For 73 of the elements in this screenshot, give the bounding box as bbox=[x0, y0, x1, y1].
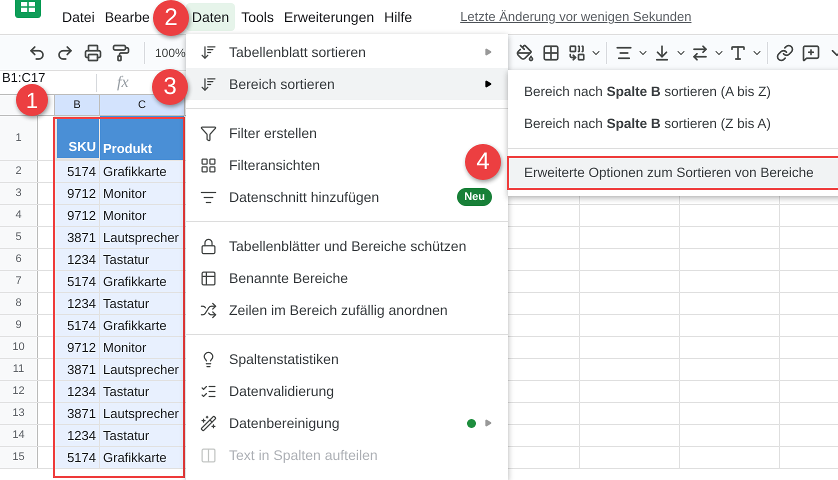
menu-item[interactable]: Zeilen im Bereich zufällig anordnen bbox=[186, 294, 464, 326]
table-cell: Grafikkarte bbox=[100, 161, 185, 182]
row-number[interactable]: 2 bbox=[0, 161, 38, 182]
table-cell: 5174 bbox=[55, 447, 100, 468]
table-cell: 1234 bbox=[55, 293, 100, 314]
row-number[interactable]: 9 bbox=[0, 315, 38, 336]
menu-item[interactable]: Datenbereinigung bbox=[186, 407, 508, 439]
menu-item[interactable]: Bereich sortieren bbox=[186, 68, 508, 100]
table-cell: Grafikkarte bbox=[100, 447, 185, 468]
name-box[interactable]: B1:C17 bbox=[2, 71, 46, 85]
table-cell: Grafikkarte bbox=[100, 315, 185, 336]
table-cell: Lautsprecher bbox=[100, 359, 185, 380]
menu-item[interactable]: Benannte Bereiche bbox=[186, 262, 364, 294]
table-cell: Tastatur bbox=[100, 249, 185, 270]
table-cell: 5174 bbox=[55, 315, 100, 336]
table-cell: Grafikkarte bbox=[100, 271, 185, 292]
row-number[interactable]: 7 bbox=[0, 271, 38, 292]
menu-item[interactable]: Bearbe bbox=[100, 3, 154, 31]
table-cell: 9712 bbox=[55, 205, 100, 226]
table-cell: Tastatur bbox=[100, 293, 185, 314]
menu-item[interactable]: Datei bbox=[58, 3, 99, 31]
table-cell: Tastatur bbox=[100, 381, 185, 402]
menu-item[interactable]: Bereich nach Spalte B sortieren (Z bis A) bbox=[508, 108, 838, 140]
table-cell: 1234 bbox=[55, 425, 100, 446]
row-number[interactable]: 12 bbox=[0, 381, 38, 402]
table-cell: 1234 bbox=[55, 249, 100, 270]
row-number[interactable]: 10 bbox=[0, 337, 38, 358]
menu-item[interactable]: Tools bbox=[237, 3, 278, 31]
row-number[interactable]: 3 bbox=[0, 183, 38, 204]
step-badge: 1 bbox=[16, 84, 48, 116]
table-cell: 9712 bbox=[55, 337, 100, 358]
row-number[interactable]: 5 bbox=[0, 227, 38, 248]
menu-item[interactable]: Datenschnitt hinzufügen Neu bbox=[186, 181, 508, 213]
menu-item[interactable]: Erweiterungen bbox=[280, 3, 378, 31]
column-header[interactable]: B bbox=[55, 95, 100, 115]
table-cell: 5174 bbox=[55, 161, 100, 182]
row-number[interactable]: 6 bbox=[0, 249, 38, 270]
row-number[interactable]: 13 bbox=[0, 403, 38, 424]
last-edit-link[interactable]: Letzte Änderung vor wenigen Sekunden bbox=[460, 7, 692, 27]
row-number[interactable]: 14 bbox=[0, 425, 38, 446]
table-cell: 5174 bbox=[55, 271, 100, 292]
menu-item[interactable]: Hilfe bbox=[380, 3, 416, 31]
header-cell: Produkt bbox=[100, 116, 185, 160]
table-cell: 3871 bbox=[55, 403, 100, 424]
step-badge: 2 bbox=[153, 0, 189, 36]
table-cell: 3871 bbox=[55, 359, 100, 380]
menu-item[interactable]: Daten bbox=[186, 3, 236, 31]
menu-item[interactable]: Bereich nach Spalte B sortieren (A bis Z) bbox=[508, 76, 838, 108]
zoom-level[interactable]: 100% bbox=[155, 44, 186, 62]
table-cell: Lautsprecher bbox=[100, 227, 185, 248]
menu-item[interactable]: Erweiterte Optionen zum Sortieren von Bereiche bbox=[508, 157, 838, 189]
header-cell: SKU bbox=[55, 116, 100, 160]
table-cell: Monitor bbox=[100, 337, 185, 358]
menu-item[interactable]: Filter erstellen bbox=[186, 117, 333, 149]
table-cell: Lautsprecher bbox=[100, 403, 185, 424]
menu-item[interactable]: Filteransichten bbox=[186, 149, 336, 181]
row-number[interactable]: 11 bbox=[0, 359, 38, 380]
menu-item[interactable]: Tabellenblatt sortieren bbox=[186, 36, 508, 68]
table-cell: Monitor bbox=[100, 183, 185, 204]
function-label: fx bbox=[117, 72, 129, 92]
row-number[interactable]: 1 bbox=[0, 116, 38, 160]
new-badge: Neu bbox=[457, 188, 492, 206]
table-cell: 9712 bbox=[55, 183, 100, 204]
menu-item[interactable]: Datenvalidierung bbox=[186, 375, 350, 407]
table-cell: 3871 bbox=[55, 227, 100, 248]
table-cell: Monitor bbox=[100, 205, 185, 226]
menu-item[interactable]: Tabellenblätter und Bereiche schützen bbox=[186, 230, 482, 262]
row-number[interactable]: 8 bbox=[0, 293, 38, 314]
row-number[interactable]: 4 bbox=[0, 205, 38, 226]
menu-item[interactable]: Spaltenstatistiken bbox=[186, 343, 355, 375]
row-number[interactable]: 15 bbox=[0, 447, 38, 468]
table-cell: 1234 bbox=[55, 381, 100, 402]
table-cell: Tastatur bbox=[100, 425, 185, 446]
